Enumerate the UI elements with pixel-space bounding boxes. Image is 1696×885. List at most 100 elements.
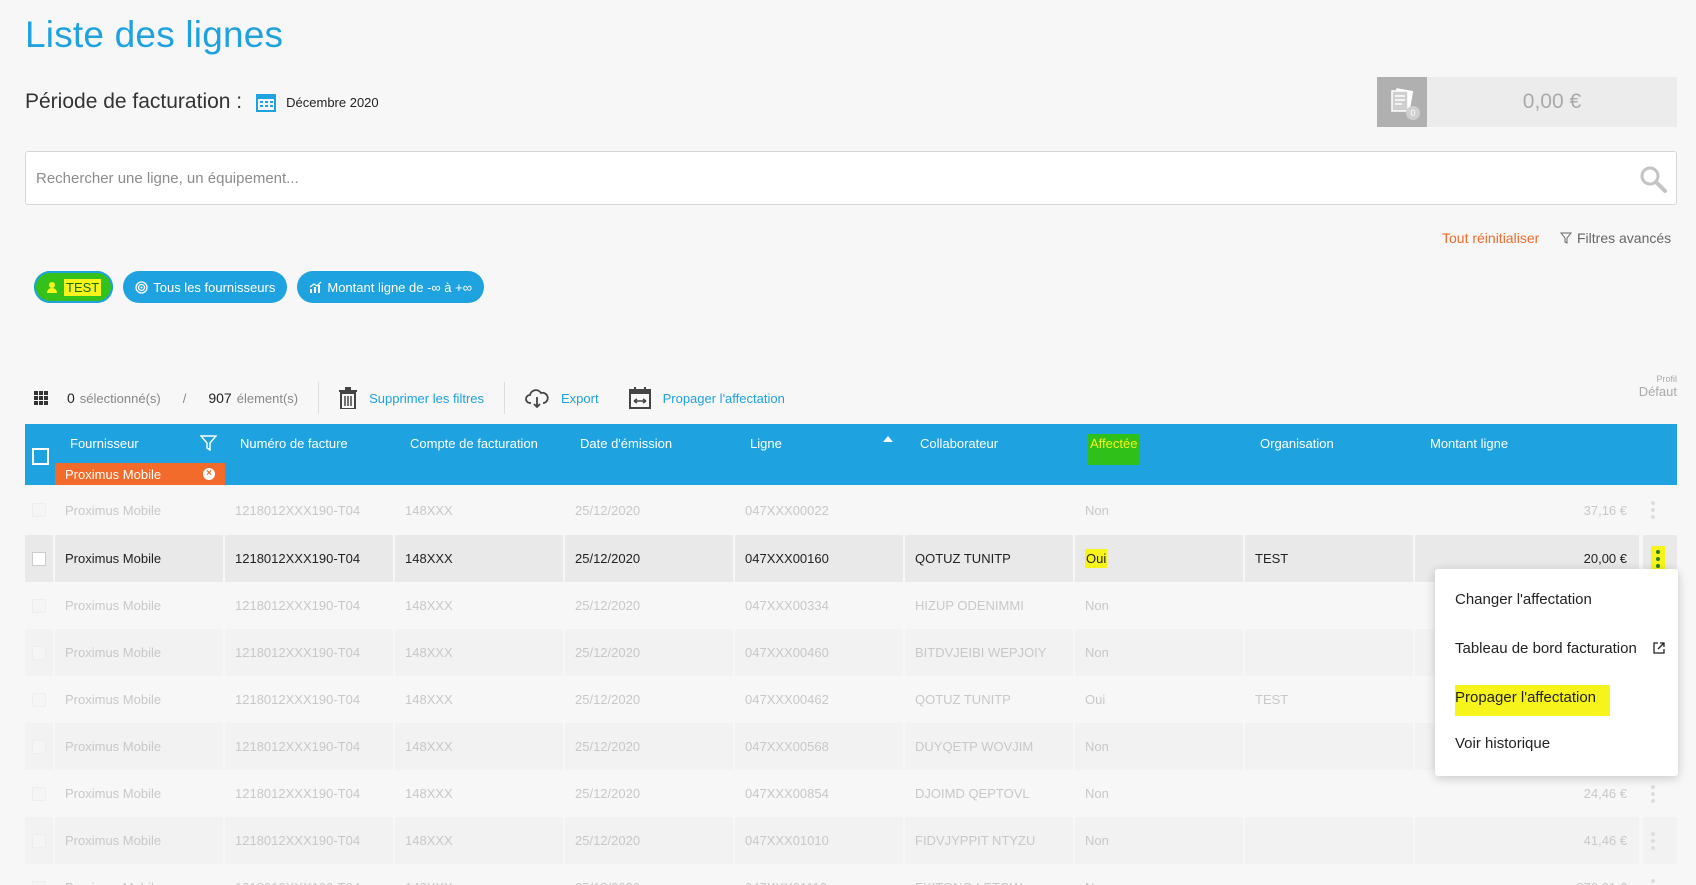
table-row[interactable]: Proximus Mobile 1218012XXX190-T04 148XXX 25…: [25, 770, 1677, 817]
cell-invoice: 1218012XXX190-T04: [225, 676, 393, 723]
column-header-organisation[interactable]: Organisation: [1260, 436, 1334, 451]
cell-amount-text: 24,46 €: [1583, 786, 1627, 801]
propagate-button[interactable]: Propager l'affectation: [628, 387, 785, 409]
cell-invoice: 1218012XXX190-T04: [225, 817, 393, 864]
filter-icon: [1560, 232, 1572, 244]
more-vertical-icon[interactable]: [1651, 784, 1655, 803]
table-row[interactable]: Proximus Mobile 1218012XXX190-T04 148XXX 25…: [25, 864, 1677, 885]
cell-amount: 37,16 €: [1415, 485, 1639, 535]
cell-organisation-text: TEST: [1255, 551, 1289, 566]
column-header-account[interactable]: Compte de facturation: [410, 436, 538, 451]
select-all-checkbox[interactable]: [32, 448, 49, 465]
table-row[interactable]: Proximus Mobile 1218012XXX190-T04 148XXX 25…: [25, 629, 1677, 676]
cell-organisation: [1245, 629, 1413, 676]
cell-invoice: 1218012XXX190-T04: [225, 723, 393, 770]
chip-supplier-filter[interactable]: Tous les fournisseurs: [123, 271, 288, 303]
cell-supplier: Proximus Mobile: [55, 629, 223, 676]
clear-filters-button[interactable]: Supprimer les filtres: [339, 387, 484, 409]
grid-toolbar: 0 sélectionné(s) / 907 élement(s) Suppri…: [25, 374, 1677, 416]
column-header-assigned[interactable]: Affectée: [1087, 434, 1141, 465]
row-checkbox[interactable]: [32, 645, 46, 660]
profile-selector[interactable]: Profil Défaut: [1639, 374, 1677, 399]
sort-asc-icon[interactable]: [883, 436, 893, 442]
chip-label: TEST: [64, 278, 102, 296]
cell-supplier-text: Proximus Mobile: [65, 551, 162, 566]
table-row[interactable]: Proximus Mobile 1218012XXX190-T04 148XXX 25…: [25, 535, 1677, 582]
table-row[interactable]: Proximus Mobile 1218012XXX190-T04 148XXX 25…: [25, 485, 1677, 535]
chip-amount-filter[interactable]: Montant ligne de -∞ à +∞: [297, 271, 485, 303]
cell-account-text: 148XXX: [405, 645, 453, 660]
table-row[interactable]: Proximus Mobile 1218012XXX190-T04 148XXX 25…: [25, 582, 1677, 629]
column-header-date[interactable]: Date d'émission: [580, 436, 672, 451]
table-row[interactable]: Proximus Mobile 1218012XXX190-T04 148XXX 25…: [25, 817, 1677, 864]
chip-label: Montant ligne de -∞ à +∞: [327, 279, 473, 295]
cell-line: 047XXX01110: [735, 864, 903, 885]
column-header-amount[interactable]: Montant ligne: [1430, 436, 1508, 451]
cell-date-text: 25/12/2020: [575, 692, 641, 707]
filter-icon[interactable]: [200, 435, 217, 451]
cell-supplier-text: Proximus Mobile: [65, 502, 162, 518]
menu-item-history[interactable]: Voir historique: [1455, 735, 1550, 752]
cell-line: 047XXX00462: [735, 676, 903, 723]
cell-collaborator: DJOIMD QEPTOVL: [905, 770, 1073, 817]
column-header-invoice[interactable]: Numéro de facture: [240, 436, 348, 451]
row-checkbox[interactable]: [32, 598, 46, 613]
cell-line-text: 047XXX00160: [745, 551, 829, 566]
cell-assigned-text: Non: [1085, 833, 1109, 848]
cell-line: 047XXX00160: [735, 535, 903, 582]
row-checkbox[interactable]: [32, 551, 46, 566]
period-value[interactable]: Décembre 2020: [286, 95, 379, 110]
cell-invoice-text: 1218012XXX190-T04: [235, 833, 361, 848]
trash-icon: [339, 387, 358, 409]
more-vertical-icon[interactable]: [1651, 831, 1655, 850]
export-button[interactable]: Export: [525, 388, 599, 408]
cell-collaborator: QOTUZ TUNITP: [905, 535, 1073, 582]
cell-assigned: Non: [1075, 629, 1243, 676]
supplier-filter-tag[interactable]: Proximus Mobile ×: [55, 463, 225, 485]
cell-date: 25/12/2020: [565, 535, 733, 582]
search-input[interactable]: [26, 152, 1606, 204]
reset-filters-link[interactable]: Tout réinitialiser: [1442, 230, 1539, 246]
cell-line: 047XXX01010: [735, 817, 903, 864]
advanced-filters-button[interactable]: Filtres avancés: [1560, 230, 1671, 246]
row-checkbox[interactable]: [32, 833, 46, 848]
chip-user-filter[interactable]: TEST: [34, 271, 114, 303]
menu-item-billing-dashboard[interactable]: Tableau de bord facturation: [1455, 640, 1637, 657]
cell-account: 148XXX: [395, 817, 563, 864]
count-separator: /: [182, 390, 187, 406]
period-label: Période de facturation :: [25, 90, 243, 113]
cell-invoice-text: 1218012XXX190-T04: [235, 692, 361, 707]
calendar-icon[interactable]: [256, 92, 277, 112]
cell-account-text: 148XXX: [405, 833, 453, 848]
divider: [504, 382, 506, 414]
grid-menu-icon[interactable]: [34, 391, 48, 405]
row-checkbox[interactable]: [32, 739, 46, 754]
cell-account: 148XXX: [395, 582, 563, 629]
row-checkbox-cell: [25, 723, 53, 770]
cell-amount-text: 41,46 €: [1583, 833, 1627, 848]
table-row[interactable]: Proximus Mobile 1218012XXX190-T04 148XXX 25…: [25, 723, 1677, 770]
column-header-line[interactable]: Ligne: [750, 436, 782, 451]
cell-account-text: 148XXX: [405, 739, 453, 754]
cell-assigned-text: Oui: [1085, 549, 1108, 568]
search-icon[interactable]: [1638, 164, 1668, 194]
menu-item-propagate[interactable]: Propager l'affectation: [1455, 685, 1611, 716]
row-checkbox[interactable]: [32, 692, 46, 707]
table-row[interactable]: Proximus Mobile 1218012XXX190-T04 148XXX 25…: [25, 676, 1677, 723]
cell-assigned: Non: [1075, 485, 1243, 535]
more-vertical-icon[interactable]: [1651, 501, 1655, 519]
invoices-icon: 0: [1377, 77, 1427, 127]
cell-invoice: 1218012XXX190-T04: [225, 629, 393, 676]
menu-item-change-assignment[interactable]: Changer l'affectation: [1455, 591, 1592, 608]
row-checkbox[interactable]: [32, 786, 46, 801]
close-icon[interactable]: ×: [203, 468, 215, 480]
more-vertical-icon[interactable]: [1651, 878, 1655, 885]
row-checkbox[interactable]: [32, 880, 46, 885]
export-label: Export: [561, 390, 599, 406]
column-header-supplier[interactable]: Fournisseur: [70, 436, 139, 451]
row-checkbox[interactable]: [32, 503, 46, 517]
column-header-collaborator[interactable]: Collaborateur: [920, 436, 998, 451]
lines-table: Fournisseur Numéro de facture Compte de …: [25, 424, 1677, 885]
cell-supplier: Proximus Mobile: [55, 676, 223, 723]
more-vertical-icon[interactable]: [1651, 545, 1665, 572]
